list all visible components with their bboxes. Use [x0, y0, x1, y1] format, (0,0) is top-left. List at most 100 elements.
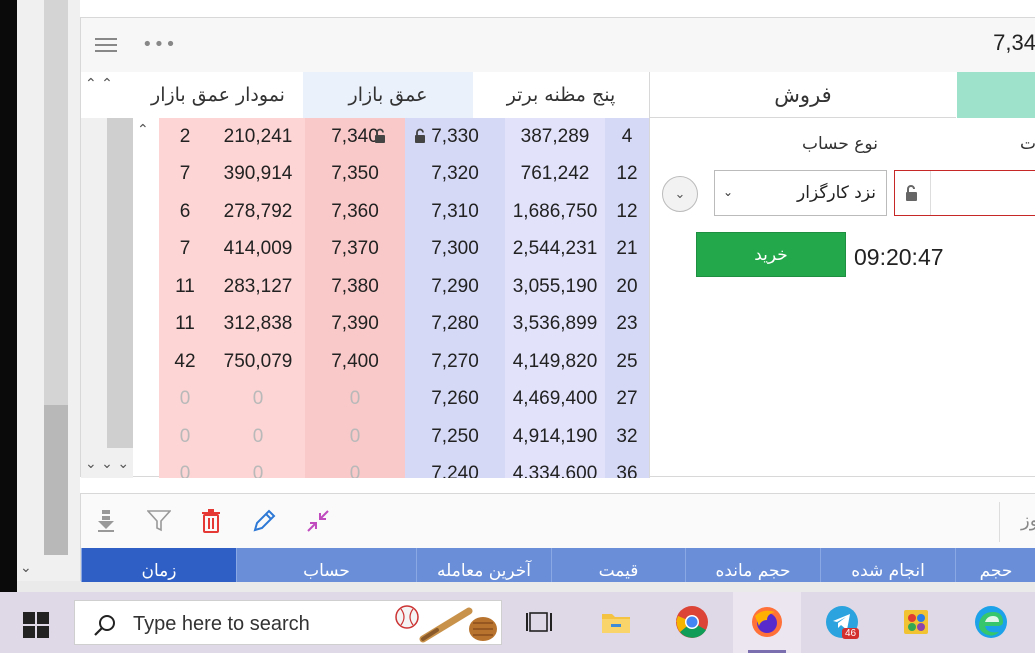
telegram-badge: 46 — [842, 628, 860, 639]
task-view-icon[interactable] — [522, 604, 558, 640]
scrollbar-track[interactable] — [107, 118, 133, 448]
sell-tab-button[interactable]: فروش — [650, 72, 956, 118]
buy-volume-cell: 4,149,820 — [505, 343, 605, 381]
buy-price-cell: 7,260 — [405, 380, 505, 418]
symbol-price: 7,34 — [993, 30, 1035, 55]
order-input-field[interactable] — [894, 170, 1035, 216]
order-book-row[interactable]: 42 750,079 7,400 7,270 4,149,820 25 — [159, 343, 649, 381]
sell-price-cell-text: 7,400 — [331, 350, 379, 372]
buy-volume-cell: 2,544,231 — [505, 230, 605, 268]
edit-icon[interactable] — [251, 508, 277, 534]
sell-price-cell: 7,380 — [305, 268, 405, 306]
search-icon — [93, 613, 117, 641]
order-book-row[interactable]: 0 0 0 7,260 4,469,400 27 — [159, 380, 649, 418]
order-book-row[interactable]: 7 414,009 7,370 7,300 2,544,231 21 — [159, 230, 649, 268]
buy-button[interactable]: خرید — [696, 232, 846, 277]
order-book-row[interactable]: 2 210,241 7,340 7,330 387,289 4 — [159, 118, 649, 156]
panel-header: ••• 7,34 — [81, 18, 1035, 72]
sell-volume-cell-text: 0 — [252, 463, 264, 478]
expand-down-icons[interactable]: ⌄ ⌄ ⌄ — [85, 456, 129, 472]
sell-count-cell: 42 — [159, 343, 211, 381]
file-explorer-icon[interactable] — [598, 604, 634, 640]
sell-volume-cell: 414,009 — [211, 230, 305, 268]
order-book-table: 2 210,241 7,340 7,330 387,289 4 7 390,914 7,350 7… — [159, 118, 649, 478]
depth-tabs: نمودار عمق بازار عمق بازار پنج مظنه برتر — [81, 72, 649, 118]
toolbar-divider — [999, 502, 1000, 542]
order-book-row[interactable]: 7 390,914 7,350 7,320 761,242 12 — [159, 155, 649, 193]
sell-count-cell: 0 — [159, 380, 211, 418]
sell-price-cell-text: 0 — [349, 463, 361, 478]
edge-icon[interactable] — [973, 604, 1009, 640]
buy-count-cell: 12 — [605, 193, 649, 231]
sell-price-cell-text: 0 — [349, 425, 361, 447]
sell-price-cell: 7,370 — [305, 230, 405, 268]
order-book-row[interactable]: 11 283,127 7,380 7,290 3,055,190 20 — [159, 268, 649, 306]
buy-price-cell: 7,280 — [405, 305, 505, 343]
sell-count-cell-text: 42 — [174, 350, 196, 372]
column-header-price[interactable]: قیمت — [551, 548, 685, 582]
windows-start-icon[interactable] — [23, 612, 49, 638]
taskbar-search-box[interactable]: Type here to search — [74, 600, 502, 645]
account-type-select[interactable]: ⌄ نزد کارگزار — [714, 170, 887, 216]
delete-icon[interactable] — [198, 508, 224, 534]
sell-volume-cell: 283,127 — [211, 268, 305, 306]
scroll-up-icon[interactable]: ⌃ — [137, 122, 149, 138]
more-options-icon[interactable]: ••• — [142, 34, 177, 55]
sell-volume-cell: 312,838 — [211, 305, 305, 343]
tab-depth-chart[interactable]: نمودار عمق بازار — [133, 72, 303, 118]
sell-volume-cell-text: 414,009 — [223, 238, 293, 260]
order-book-row[interactable]: 0 0 0 7,240 4,334,600 36 — [159, 455, 649, 478]
column-header-account[interactable]: حساب — [236, 548, 416, 582]
column-header-volume[interactable]: حجم — [955, 548, 1035, 582]
order-form: فروش نوع حساب ت ⌄ ⌄ نزد کارگزار خرید 09:… — [649, 72, 1035, 478]
tab-market-depth[interactable]: عمق بازار — [303, 72, 473, 118]
download-arrow-icon[interactable] — [93, 508, 119, 534]
buy-price-cell: 7,250 — [405, 418, 505, 456]
filter-icon[interactable] — [146, 508, 172, 534]
sell-volume-cell-text: 278,792 — [223, 200, 293, 222]
paint-icon[interactable] — [898, 604, 934, 640]
toolbar-partial-text: وز — [1021, 510, 1035, 531]
sell-price-cell: 7,350 — [305, 155, 405, 193]
buy-price-cell-text: 7,270 — [431, 350, 479, 372]
tab-top-five-quotes[interactable]: پنج مظنه برتر — [473, 72, 649, 118]
column-header-executed[interactable]: انجام شده — [820, 548, 955, 582]
order-book-row[interactable]: 0 0 0 7,250 4,914,190 32 — [159, 418, 649, 456]
field-label-partial: ت — [1020, 134, 1035, 154]
lock-icon[interactable] — [373, 128, 389, 144]
sell-price-cell-text: 7,350 — [331, 163, 379, 185]
chevron-down-icon[interactable]: ⌄ — [20, 560, 32, 576]
sell-count-cell: 7 — [159, 230, 211, 268]
buy-tab-button[interactable] — [957, 72, 1035, 118]
buy-volume-cell-text: 3,055,190 — [512, 275, 598, 297]
buy-count-cell-text: 23 — [616, 313, 638, 335]
sell-count-cell: 7 — [159, 155, 211, 193]
unlock-icon[interactable] — [895, 171, 931, 215]
background-scroll-track-dark — [44, 405, 68, 555]
sell-price-cell: 7,390 — [305, 305, 405, 343]
hamburger-menu-icon[interactable] — [95, 38, 117, 52]
unlock-icon[interactable] — [413, 128, 429, 144]
buy-volume-cell-text: 2,544,231 — [512, 238, 598, 260]
sell-count-cell-text: 7 — [179, 163, 191, 185]
account-type-value: نزد کارگزار — [797, 183, 876, 203]
sell-volume-cell: 0 — [211, 380, 305, 418]
buy-volume-cell-text: 3,536,899 — [512, 313, 598, 335]
sell-volume-cell: 0 — [211, 455, 305, 478]
order-book-row[interactable]: 11 312,838 7,390 7,280 3,536,899 23 — [159, 305, 649, 343]
column-header-last-trade[interactable]: آخرین معامله — [416, 548, 551, 582]
buy-price-cell: 7,320 — [405, 155, 505, 193]
background-scroll-track — [44, 0, 68, 405]
firefox-icon[interactable] — [749, 604, 785, 640]
column-header-remaining-volume[interactable]: حجم مانده — [685, 548, 820, 582]
column-header-time[interactable]: زمان — [81, 548, 236, 582]
buy-price-cell-text: 7,320 — [431, 163, 479, 185]
sell-count-cell-text: 2 — [179, 125, 191, 147]
sell-count-cell: 11 — [159, 268, 211, 306]
sell-price-cell: 7,340 — [305, 118, 405, 156]
search-placeholder: Type here to search — [133, 613, 310, 635]
expand-circle-icon[interactable]: ⌄ — [662, 176, 698, 212]
chrome-icon[interactable] — [674, 604, 710, 640]
order-book-row[interactable]: 6 278,792 7,360 7,310 1,686,750 12 — [159, 193, 649, 231]
collapse-arrows-icon[interactable] — [305, 508, 331, 534]
